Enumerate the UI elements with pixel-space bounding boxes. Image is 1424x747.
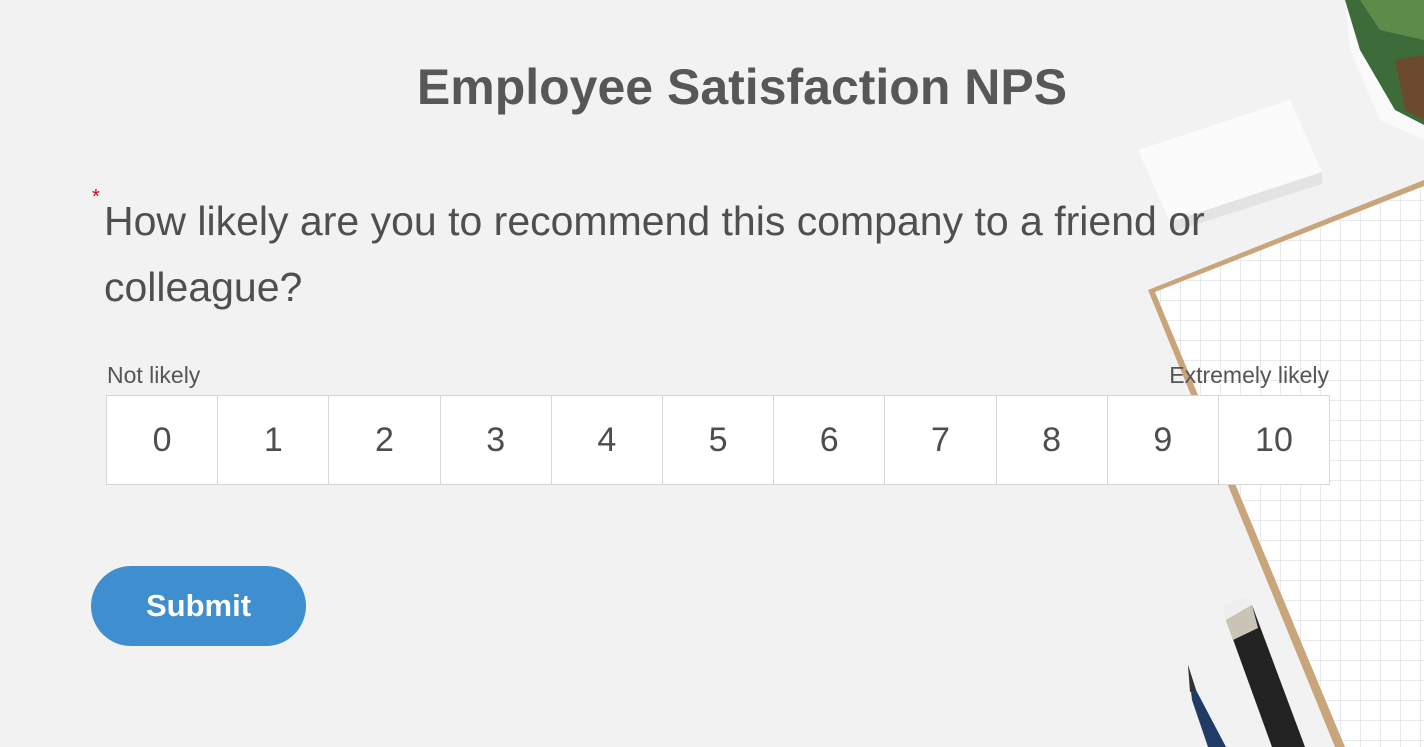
nps-option-4[interactable]: 4 (552, 396, 663, 484)
nps-option-5[interactable]: 5 (663, 396, 775, 484)
form-title: Employee Satisfaction NPS (416, 59, 1068, 115)
submit-button[interactable]: Submit (91, 566, 306, 646)
scale-low-label: Not likely (107, 362, 201, 388)
nps-option-8[interactable]: 8 (997, 396, 1108, 484)
question-text: How likely are you to recommend this com… (104, 198, 1205, 310)
nps-option-2[interactable]: 2 (329, 396, 441, 484)
nps-option-0[interactable]: 0 (107, 396, 219, 484)
pencil-icon (1188, 597, 1305, 747)
nps-option-3[interactable]: 3 (441, 396, 552, 484)
scale-high-label: Extremely likely (1169, 362, 1329, 388)
nps-scale: 0 1 2 3 4 5 6 7 8 9 10 (106, 395, 1330, 485)
nps-option-10[interactable]: 10 (1219, 396, 1329, 484)
nps-option-6[interactable]: 6 (774, 396, 886, 484)
nps-option-7[interactable]: 7 (885, 396, 997, 484)
nps-option-9[interactable]: 9 (1108, 396, 1219, 484)
nps-option-1[interactable]: 1 (218, 396, 330, 484)
required-asterisk: * (92, 186, 100, 208)
